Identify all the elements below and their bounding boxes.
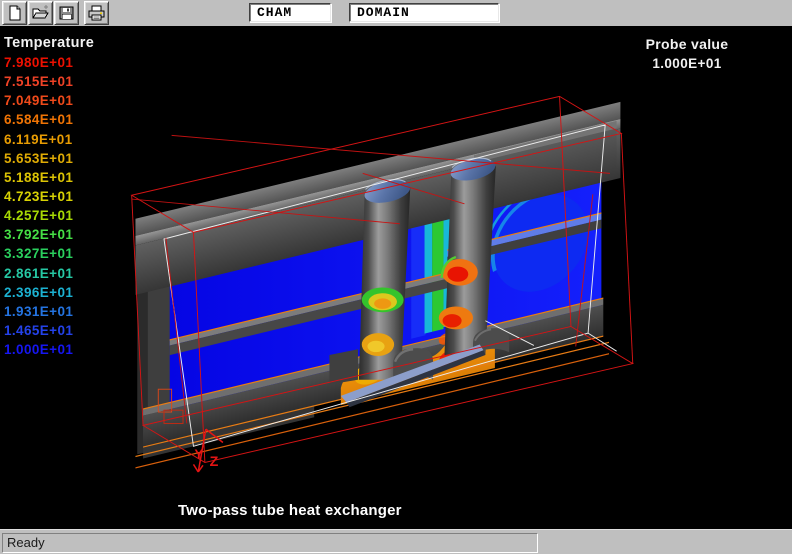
new-document-icon — [6, 5, 23, 21]
domain-input[interactable]: DOMAIN — [349, 3, 499, 22]
legend-entry: 6.119E+01 — [4, 132, 94, 151]
legend-entry: 7.980E+01 — [4, 55, 94, 74]
save-file-button[interactable] — [54, 1, 79, 25]
application-window: CHAM DOMAIN — [0, 0, 792, 554]
scene-caption: Two-pass tube heat exchanger — [178, 502, 402, 519]
probe-label: Probe value — [622, 36, 752, 52]
legend-entry: 6.584E+01 — [4, 112, 94, 131]
legend-entry: 7.515E+01 — [4, 74, 94, 93]
axis-label-y: Y — [194, 447, 203, 462]
legend-entry: 3.792E+01 — [4, 227, 94, 246]
legend-entry: 2.861E+01 — [4, 266, 94, 285]
open-folder-icon — [32, 5, 49, 21]
save-floppy-icon — [58, 5, 75, 21]
viewport-3d[interactable]: Y Z Temperature 7.980E+017.515E+017.049E… — [0, 26, 792, 529]
legend-entry: 5.188E+01 — [4, 170, 94, 189]
status-message: Ready — [2, 533, 538, 553]
toolbar: CHAM DOMAIN — [0, 0, 792, 26]
status-bar: Ready — [0, 529, 792, 554]
axis-label-z: Z — [210, 454, 219, 470]
legend-entries: 7.980E+017.515E+017.049E+016.584E+016.11… — [4, 55, 94, 361]
open-file-button[interactable] — [28, 1, 53, 25]
legend-entry: 7.049E+01 — [4, 93, 94, 112]
temperature-legend: Temperature 7.980E+017.515E+017.049E+016… — [4, 35, 94, 361]
legend-entry: 3.327E+01 — [4, 246, 94, 265]
print-button[interactable] — [84, 1, 109, 25]
cham-input[interactable]: CHAM — [249, 3, 331, 22]
legend-entry: 1.465E+01 — [4, 323, 94, 342]
legend-entry: 1.000E+01 — [4, 342, 94, 361]
heat-exchanger-scene: Y Z — [0, 26, 792, 529]
legend-entry: 1.931E+01 — [4, 304, 94, 323]
legend-entry: 2.396E+01 — [4, 285, 94, 304]
legend-entry: 4.257E+01 — [4, 208, 94, 227]
legend-entry: 4.723E+01 — [4, 189, 94, 208]
probe-value: 1.000E+01 — [622, 56, 752, 71]
new-document-button[interactable] — [2, 1, 27, 25]
print-icon — [88, 5, 105, 21]
legend-title: Temperature — [4, 35, 94, 51]
legend-entry: 5.653E+01 — [4, 151, 94, 170]
probe-readout: Probe value 1.000E+01 — [622, 36, 752, 71]
